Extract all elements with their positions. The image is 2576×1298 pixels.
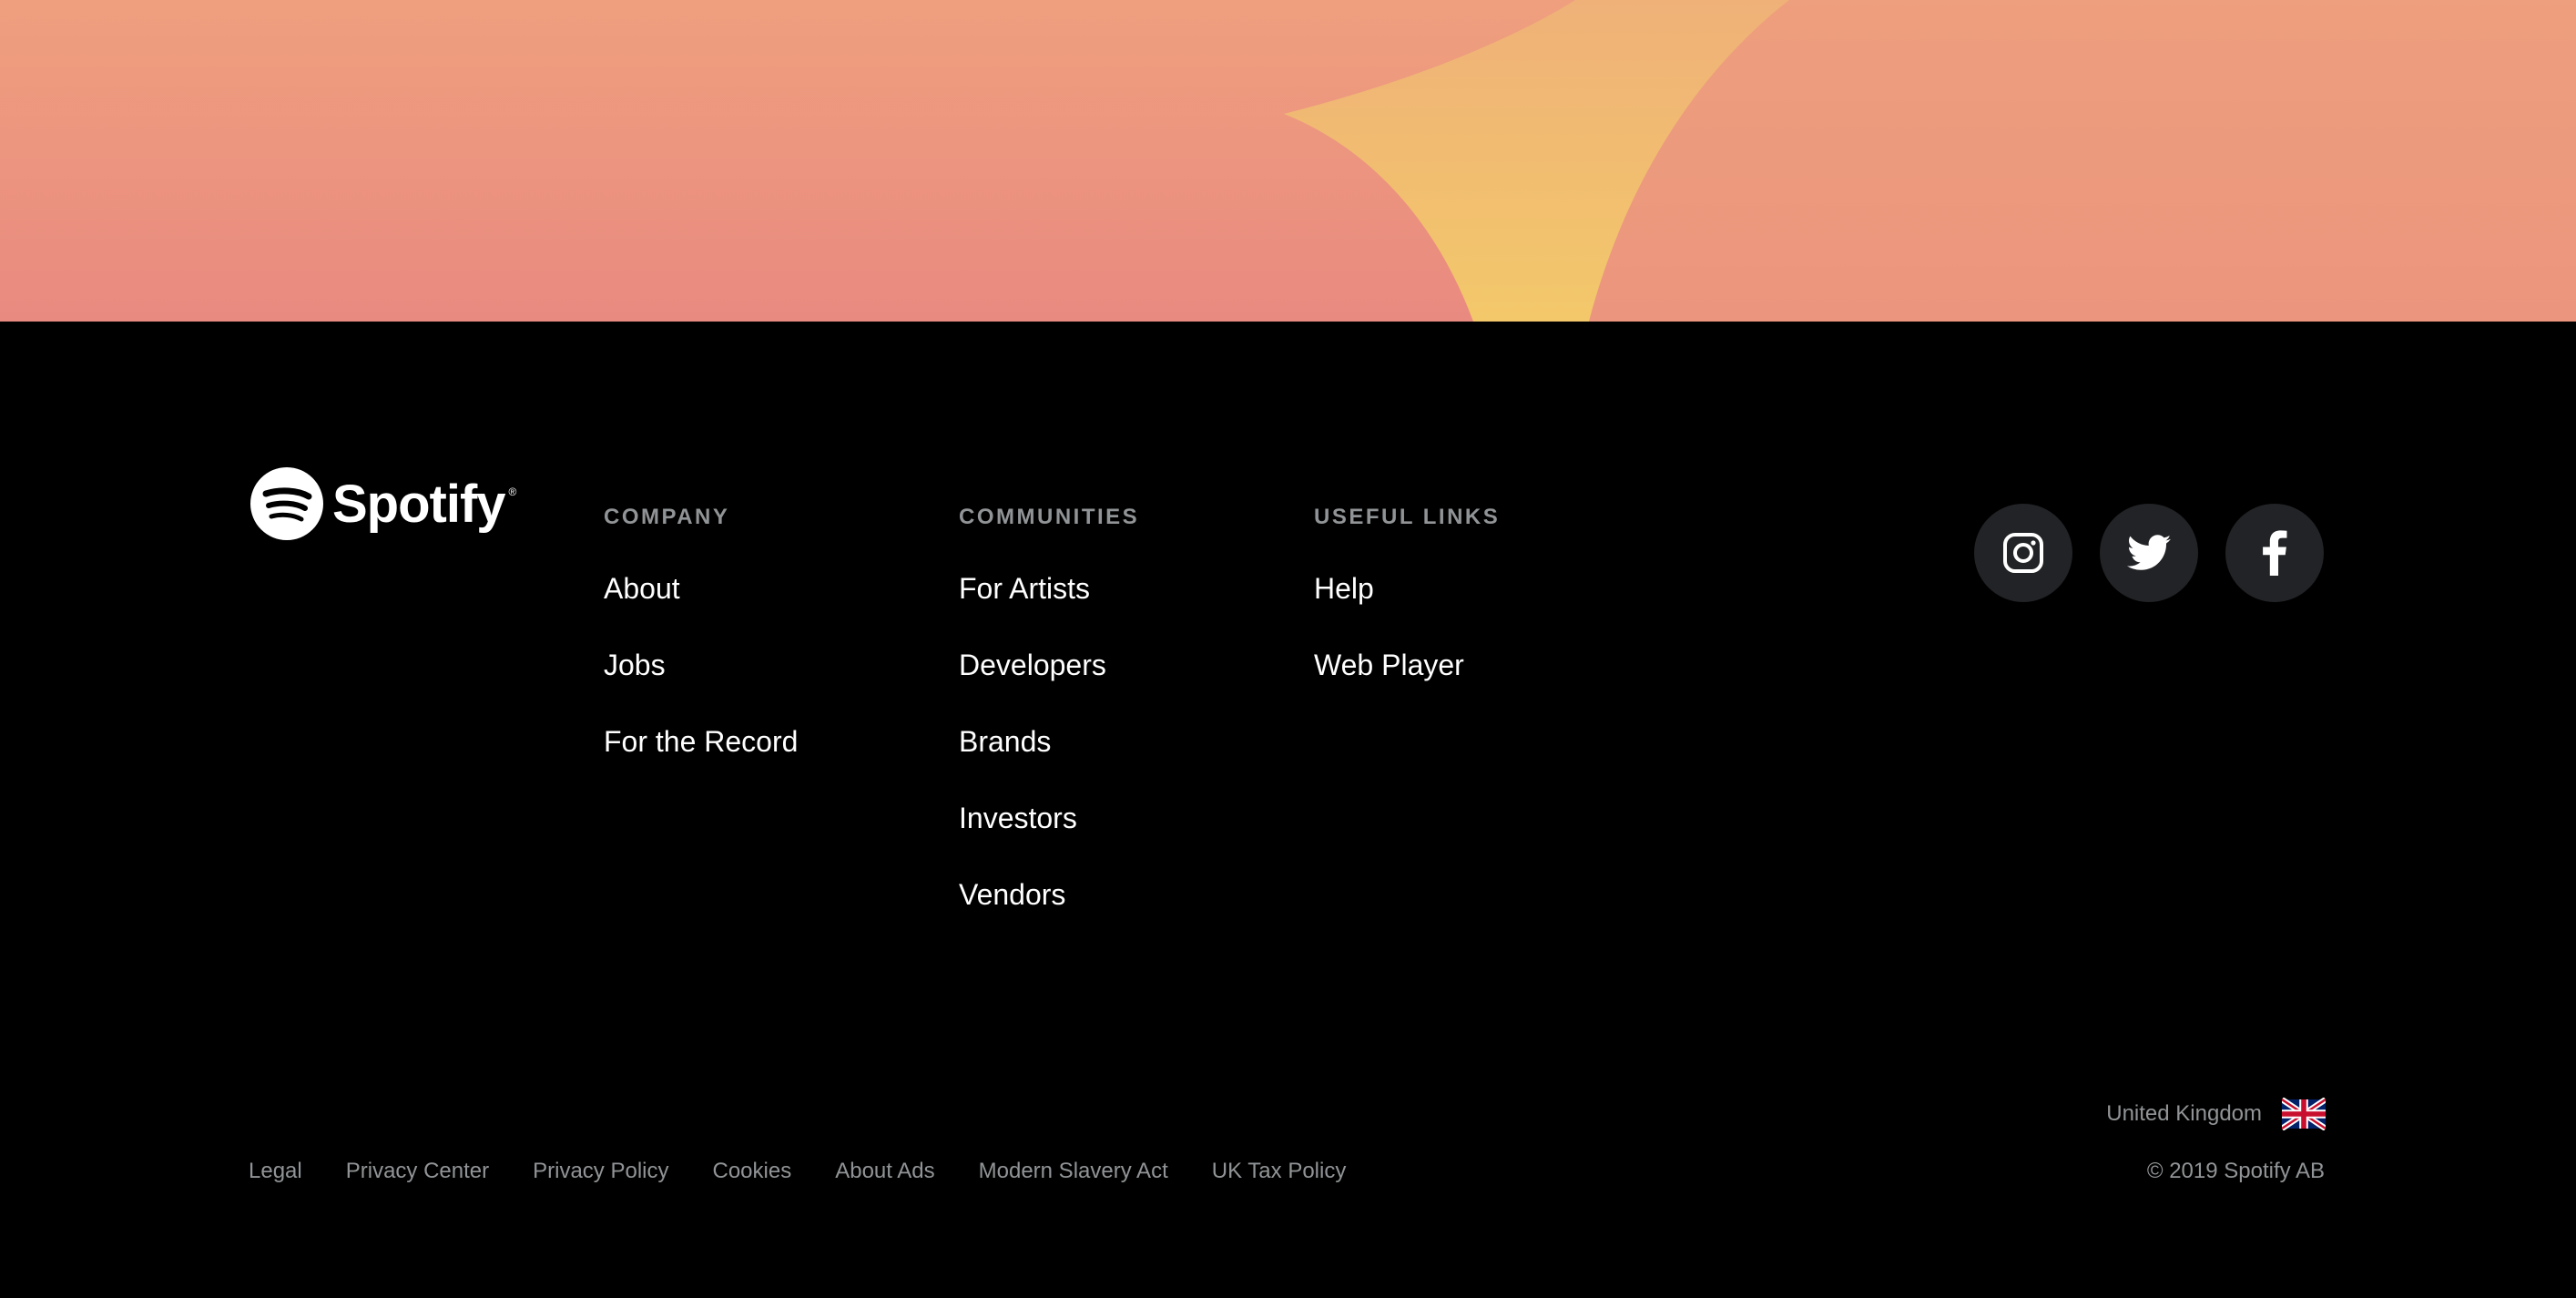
footer-column-communities: COMMUNITIES For Artists Developers Brand… (959, 504, 1139, 952)
logo-wordmark: Spotify (332, 474, 506, 534)
legal-link-cookies[interactable]: Cookies (713, 1159, 792, 1184)
footer-link-help[interactable]: Help (1314, 572, 1374, 605)
footer-link-web-player[interactable]: Web Player (1314, 649, 1464, 681)
facebook-button[interactable] (2225, 504, 2324, 602)
column-title: USEFUL LINKS (1314, 505, 1501, 529)
twitter-button[interactable] (2100, 504, 2198, 602)
footer-link-jobs[interactable]: Jobs (604, 649, 666, 681)
social-links (1974, 504, 2324, 602)
column-title: COMPANY (604, 505, 730, 529)
footer-link-investors[interactable]: Investors (959, 802, 1077, 834)
uk-flag-icon (2282, 1098, 2326, 1130)
legal-link-legal[interactable]: Legal (249, 1159, 302, 1184)
hero-banner (0, 0, 2576, 322)
country-label: United Kingdom (2106, 1101, 2262, 1126)
logo-registered-mark: ® (508, 485, 517, 498)
legal-link-about-ads[interactable]: About Ads (835, 1159, 934, 1184)
instagram-icon (2003, 533, 2043, 573)
twitter-icon (2127, 535, 2171, 570)
footer-link-for-the-record[interactable]: For the Record (604, 725, 798, 758)
country-selector[interactable]: United Kingdom (2106, 1098, 2326, 1130)
legal-link-modern-slavery-act[interactable]: Modern Slavery Act (979, 1159, 1168, 1184)
spotify-logo-icon (250, 467, 323, 540)
legal-link-privacy-policy[interactable]: Privacy Policy (533, 1159, 668, 1184)
footer-link-for-artists[interactable]: For Artists (959, 572, 1090, 605)
hero-right-arc (1589, 0, 2576, 322)
footer-column-company: COMPANY About Jobs For the Record (604, 504, 798, 799)
footer-link-vendors[interactable]: Vendors (959, 878, 1065, 911)
footer-link-about[interactable]: About (604, 572, 680, 605)
instagram-button[interactable] (1974, 504, 2072, 602)
hero-decoration (1284, 0, 2576, 322)
footer-link-developers[interactable]: Developers (959, 649, 1106, 681)
legal-links: Legal Privacy Center Privacy Policy Cook… (249, 1159, 1346, 1184)
spotify-logo[interactable]: Spotify ® (250, 467, 516, 540)
copyright-text: © 2019 Spotify AB (2146, 1159, 2325, 1183)
site-footer: Spotify ® COMPANY About Jobs For the Rec… (0, 322, 2576, 1298)
column-title: COMMUNITIES (959, 505, 1140, 529)
legal-link-privacy-center[interactable]: Privacy Center (346, 1159, 489, 1184)
legal-link-uk-tax-policy[interactable]: UK Tax Policy (1212, 1159, 1347, 1184)
footer-link-brands[interactable]: Brands (959, 725, 1051, 758)
facebook-icon (2263, 530, 2287, 576)
footer-column-useful-links: USEFUL LINKS Help Web Player (1314, 504, 1500, 722)
